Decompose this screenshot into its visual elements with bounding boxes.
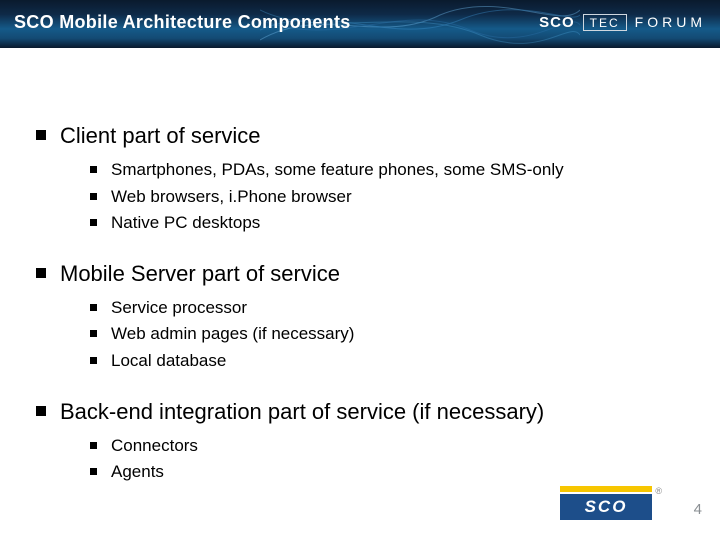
sub-list: Smartphones, PDAs, some feature phones, … bbox=[36, 152, 684, 248]
item-text: Web browsers, i.Phone browser bbox=[111, 185, 352, 210]
logo-text: SCO bbox=[585, 497, 628, 517]
square-bullet-icon bbox=[90, 219, 97, 226]
slide-number: 4 bbox=[694, 501, 702, 518]
list-item: Service processor bbox=[90, 296, 684, 321]
footer-brand-logo: SCO ® bbox=[560, 486, 652, 520]
header-brand-logo: SCO TEC FORUM bbox=[539, 14, 706, 31]
sub-list: Service processor Web admin pages (if ne… bbox=[36, 290, 684, 386]
brand-forum: FORUM bbox=[635, 14, 706, 30]
section-client: Client part of service Smartphones, PDAs… bbox=[36, 120, 684, 248]
item-text: Local database bbox=[111, 349, 226, 374]
square-bullet-icon bbox=[90, 304, 97, 311]
bullet-list: Client part of service Smartphones, PDAs… bbox=[36, 120, 684, 497]
section-mobile-server: Mobile Server part of service Service pr… bbox=[36, 258, 684, 386]
list-item: Web admin pages (if necessary) bbox=[90, 322, 684, 347]
square-bullet-icon bbox=[90, 442, 97, 449]
section-heading: Client part of service bbox=[36, 120, 684, 152]
title-header: SCO Mobile Architecture Components SCO T… bbox=[0, 0, 720, 48]
brand-sco: SCO bbox=[539, 14, 575, 31]
list-item: Agents bbox=[90, 460, 684, 485]
brand-tec: TEC bbox=[583, 14, 627, 31]
slide-body: Client part of service Smartphones, PDAs… bbox=[36, 120, 684, 507]
item-text: Native PC desktops bbox=[111, 211, 260, 236]
section-backend: Back-end integration part of service (if… bbox=[36, 396, 684, 497]
item-text: Service processor bbox=[111, 296, 247, 321]
logo-yellow-bar bbox=[560, 486, 652, 492]
logo-blue-bar: SCO bbox=[560, 494, 652, 520]
square-bullet-icon bbox=[36, 268, 46, 278]
square-bullet-icon bbox=[90, 193, 97, 200]
list-item: Smartphones, PDAs, some feature phones, … bbox=[90, 158, 684, 183]
item-text: Smartphones, PDAs, some feature phones, … bbox=[111, 158, 564, 183]
slide: SCO Mobile Architecture Components SCO T… bbox=[0, 0, 720, 540]
section-heading: Mobile Server part of service bbox=[36, 258, 684, 290]
registered-mark: ® bbox=[655, 486, 662, 496]
section-title: Back-end integration part of service (if… bbox=[60, 396, 544, 428]
square-bullet-icon bbox=[90, 468, 97, 475]
list-item: Local database bbox=[90, 349, 684, 374]
section-heading: Back-end integration part of service (if… bbox=[36, 396, 684, 428]
square-bullet-icon bbox=[36, 130, 46, 140]
list-item: Web browsers, i.Phone browser bbox=[90, 185, 684, 210]
section-title: Mobile Server part of service bbox=[60, 258, 340, 290]
item-text: Connectors bbox=[111, 434, 198, 459]
square-bullet-icon bbox=[90, 330, 97, 337]
list-item: Native PC desktops bbox=[90, 211, 684, 236]
section-title: Client part of service bbox=[60, 120, 261, 152]
page-title: SCO Mobile Architecture Components bbox=[14, 12, 351, 33]
item-text: Web admin pages (if necessary) bbox=[111, 322, 354, 347]
list-item: Connectors bbox=[90, 434, 684, 459]
square-bullet-icon bbox=[90, 357, 97, 364]
square-bullet-icon bbox=[36, 406, 46, 416]
item-text: Agents bbox=[111, 460, 164, 485]
square-bullet-icon bbox=[90, 166, 97, 173]
